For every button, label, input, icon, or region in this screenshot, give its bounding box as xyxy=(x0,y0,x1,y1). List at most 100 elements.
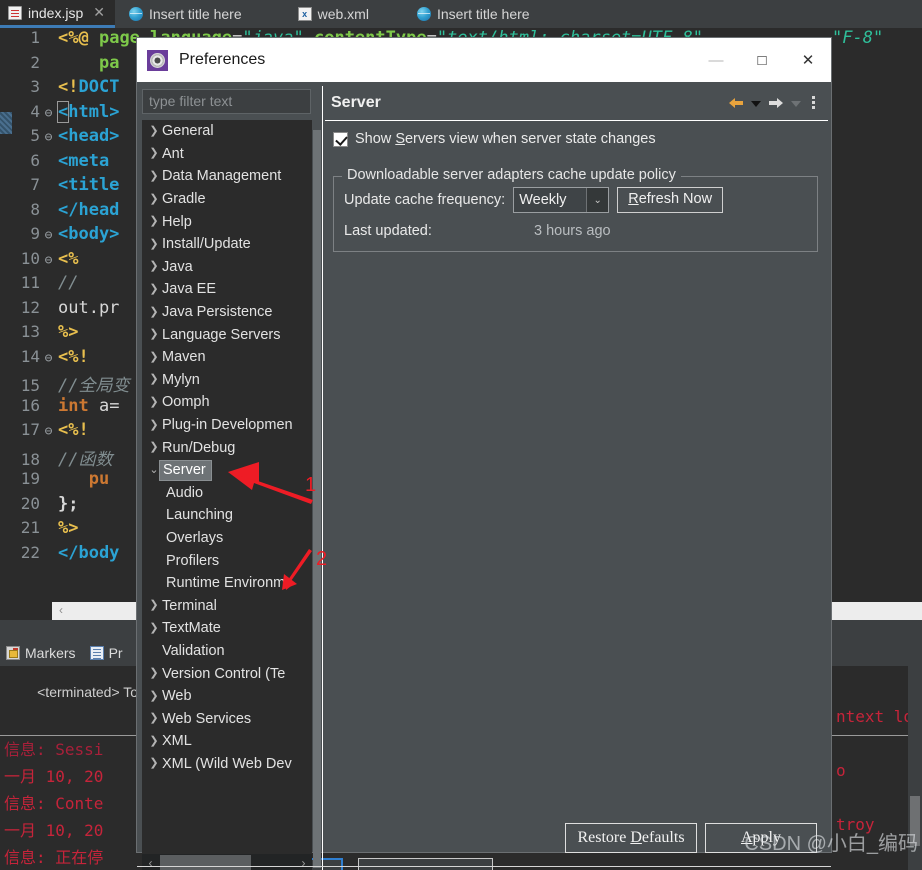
tree-item-install-update[interactable]: ❯ Install/Update xyxy=(142,233,312,256)
tree-item-profilers[interactable]: Profilers xyxy=(142,549,312,572)
tree-item-xml-wild-web-dev[interactable]: ❯ XML (Wild Web Dev xyxy=(142,753,312,776)
back-arrow-icon[interactable] xyxy=(726,93,746,113)
preferences-tree[interactable]: ❯ General ❯ Ant ❯ Data Management ❯ Gradle ❯ Help… xyxy=(142,120,312,854)
editor-tab-index-jsp[interactable]: index.jsp ✕ xyxy=(0,0,115,28)
show-servers-view-checkbox[interactable] xyxy=(333,131,348,147)
fold-toggle-icon[interactable]: ⊖ xyxy=(42,254,55,267)
chevron-right-icon[interactable]: ❯ xyxy=(146,690,162,702)
group-title: Downloadable server adapters cache updat… xyxy=(342,167,681,183)
console-tab-markers[interactable]: Markers xyxy=(6,645,76,661)
refresh-now-button[interactable]: Refresh Now xyxy=(617,187,724,213)
fold-toggle-icon[interactable]: ⊖ xyxy=(42,229,55,242)
tree-item-version-control-te[interactable]: ❯ Version Control (Te xyxy=(142,662,312,685)
fold-toggle-icon[interactable]: ⊖ xyxy=(42,131,55,144)
tree-item-server[interactable]: ⌄ Server xyxy=(142,459,312,482)
code-text: <!DOCT xyxy=(58,77,120,97)
annotation-label-2: 2 xyxy=(316,548,328,570)
line-number: 17 xyxy=(20,420,40,439)
tree-item-language-servers[interactable]: ❯ Language Servers xyxy=(142,323,312,346)
chevron-right-icon[interactable]: ❯ xyxy=(146,735,162,747)
chevron-right-icon[interactable]: ❯ xyxy=(146,600,162,611)
chevron-right-icon[interactable]: ❯ xyxy=(146,148,162,159)
chevron-right-icon[interactable]: ❯ xyxy=(146,261,162,272)
fold-toggle-icon[interactable]: ⊖ xyxy=(42,352,55,365)
chevron-right-icon[interactable]: ❯ xyxy=(146,713,162,724)
maximize-button[interactable]: □ xyxy=(739,38,785,82)
chevron-right-icon[interactable]: ❯ xyxy=(146,442,162,453)
line-number: 16 xyxy=(20,395,40,415)
filter-input[interactable]: type filter text xyxy=(142,89,311,114)
tree-item-plug-in-developmen[interactable]: ❯ Plug-in Developmen xyxy=(142,414,312,437)
chevron-right-icon[interactable]: ❯ xyxy=(146,216,162,227)
show-servers-view-checkbox-row[interactable]: Show Servers view when server state chan… xyxy=(333,131,818,147)
forward-arrow-icon[interactable] xyxy=(766,93,786,113)
dialog-title-bar[interactable]: Preferences — □ ✕ xyxy=(137,38,831,82)
panel-splitter[interactable] xyxy=(313,130,321,868)
chevron-down-icon[interactable]: ⌄ xyxy=(586,188,609,212)
tree-item-label: Java Persistence xyxy=(162,304,273,321)
scroll-left-icon[interactable]: ‹ xyxy=(52,602,70,620)
line-number: 11 xyxy=(20,273,40,292)
fold-toggle-icon[interactable]: ⊖ xyxy=(42,425,55,438)
chevron-right-icon[interactable]: ❯ xyxy=(146,396,162,408)
tree-item-web[interactable]: ❯ Web xyxy=(142,685,312,708)
minimize-button[interactable]: — xyxy=(693,38,739,82)
chevron-right-icon[interactable]: ❯ xyxy=(146,238,162,250)
tree-item-gradle[interactable]: ❯ Gradle xyxy=(142,188,312,211)
chevron-right-icon[interactable]: ❯ xyxy=(146,329,162,340)
tree-item-launching[interactable]: Launching xyxy=(142,504,312,527)
tree-item-mylyn[interactable]: ❯ Mylyn xyxy=(142,369,312,392)
globe-icon xyxy=(129,7,143,21)
line-number: 21 xyxy=(20,518,40,537)
chevron-right-icon[interactable]: ❯ xyxy=(146,419,162,431)
tree-item-help[interactable]: ❯ Help xyxy=(142,210,312,233)
code-text: <%! xyxy=(58,420,89,440)
console-tab-properties[interactable]: Pr xyxy=(89,645,123,661)
chevron-right-icon[interactable]: ❯ xyxy=(146,306,162,318)
fold-toggle-icon[interactable]: ⊖ xyxy=(42,107,55,120)
chevron-right-icon[interactable]: ❯ xyxy=(146,374,162,385)
tree-item-validation[interactable]: Validation xyxy=(142,640,312,663)
tree-item-runtime-environm[interactable]: Runtime Environm xyxy=(142,572,312,595)
chevron-right-icon[interactable]: ❯ xyxy=(146,622,162,634)
watermark: CSDN @小白_编码 xyxy=(744,833,918,855)
restore-defaults-button[interactable]: Restore Defaults xyxy=(565,823,697,853)
editor-tab-insert-title-2[interactable]: Insert title here xyxy=(409,0,540,28)
chevron-right-icon[interactable]: ❯ xyxy=(146,668,162,679)
update-frequency-select[interactable]: Weekly ⌄ xyxy=(513,187,610,213)
tree-item-ant[interactable]: ❯ Ant xyxy=(142,143,312,166)
editor-tab-web-xml[interactable]: x web.xml xyxy=(290,0,379,28)
tree-item-oomph[interactable]: ❯ Oomph xyxy=(142,391,312,414)
view-menu-icon[interactable] xyxy=(806,93,820,113)
tree-item-data-management[interactable]: ❯ Data Management xyxy=(142,165,312,188)
code-text: // xyxy=(58,273,79,293)
tree-item-textmate[interactable]: ❯ TextMate xyxy=(142,617,312,640)
editor-tab-insert-title-1[interactable]: Insert title here xyxy=(121,0,252,28)
back-dropdown-icon[interactable] xyxy=(749,93,763,113)
tree-item-xml[interactable]: ❯ XML xyxy=(142,730,312,753)
line-number: 13 xyxy=(20,322,40,341)
chevron-right-icon[interactable]: ❯ xyxy=(146,758,162,769)
tree-item-overlays[interactable]: Overlays xyxy=(142,527,312,550)
tree-item-label: Java xyxy=(162,258,193,275)
chevron-right-icon[interactable]: ❯ xyxy=(146,170,162,182)
chevron-right-icon[interactable]: ❯ xyxy=(146,351,162,363)
tree-item-maven[interactable]: ❯ Maven xyxy=(142,346,312,369)
tree-item-java-persistence[interactable]: ❯ Java Persistence xyxy=(142,301,312,324)
line-number: 9 xyxy=(30,224,40,243)
chevron-right-icon[interactable]: ❯ xyxy=(146,193,162,205)
line-number: 6 xyxy=(30,150,40,170)
tree-item-general[interactable]: ❯ General xyxy=(142,120,312,143)
tree-item-terminal[interactable]: ❯ Terminal xyxy=(142,594,312,617)
tree-item-label: Audio xyxy=(166,484,204,501)
tree-item-run-debug[interactable]: ❯ Run/Debug xyxy=(142,436,312,459)
close-icon[interactable]: ✕ xyxy=(93,4,105,21)
chevron-right-icon[interactable]: ❯ xyxy=(146,283,162,295)
last-updated-label: Last updated: xyxy=(344,223,432,239)
close-button[interactable]: ✕ xyxy=(785,38,831,82)
chevron-right-icon[interactable]: ❯ xyxy=(146,125,162,137)
tree-item-java-ee[interactable]: ❯ Java EE xyxy=(142,278,312,301)
tree-item-java[interactable]: ❯ Java xyxy=(142,256,312,279)
tree-item-web-services[interactable]: ❯ Web Services xyxy=(142,707,312,730)
tree-item-audio[interactable]: Audio xyxy=(142,482,312,505)
